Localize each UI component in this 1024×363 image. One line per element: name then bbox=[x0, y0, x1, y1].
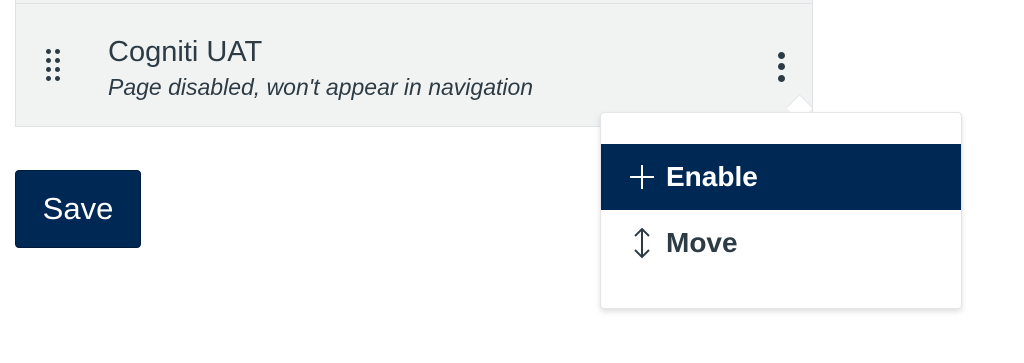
navigation-item: Cogniti UAT Page disabled, won't appear … bbox=[15, 0, 813, 127]
menu-item-label: Move bbox=[666, 227, 738, 258]
navigation-item-title: Cogniti UAT bbox=[108, 36, 263, 68]
more-options-icon[interactable] bbox=[770, 48, 794, 86]
options-menu: Enable Move bbox=[600, 112, 962, 309]
menu-item-label: Enable bbox=[666, 161, 758, 192]
drag-handle-icon[interactable] bbox=[44, 47, 64, 83]
vertical-arrows-icon bbox=[627, 227, 657, 259]
menu-item-move[interactable]: Move bbox=[601, 210, 961, 276]
navigation-item-status: Page disabled, won't appear in navigatio… bbox=[108, 74, 534, 100]
menu-item-enable[interactable]: Enable bbox=[601, 144, 961, 210]
divider bbox=[16, 3, 812, 4]
save-button[interactable]: Save bbox=[15, 170, 141, 248]
plus-icon bbox=[627, 162, 657, 192]
